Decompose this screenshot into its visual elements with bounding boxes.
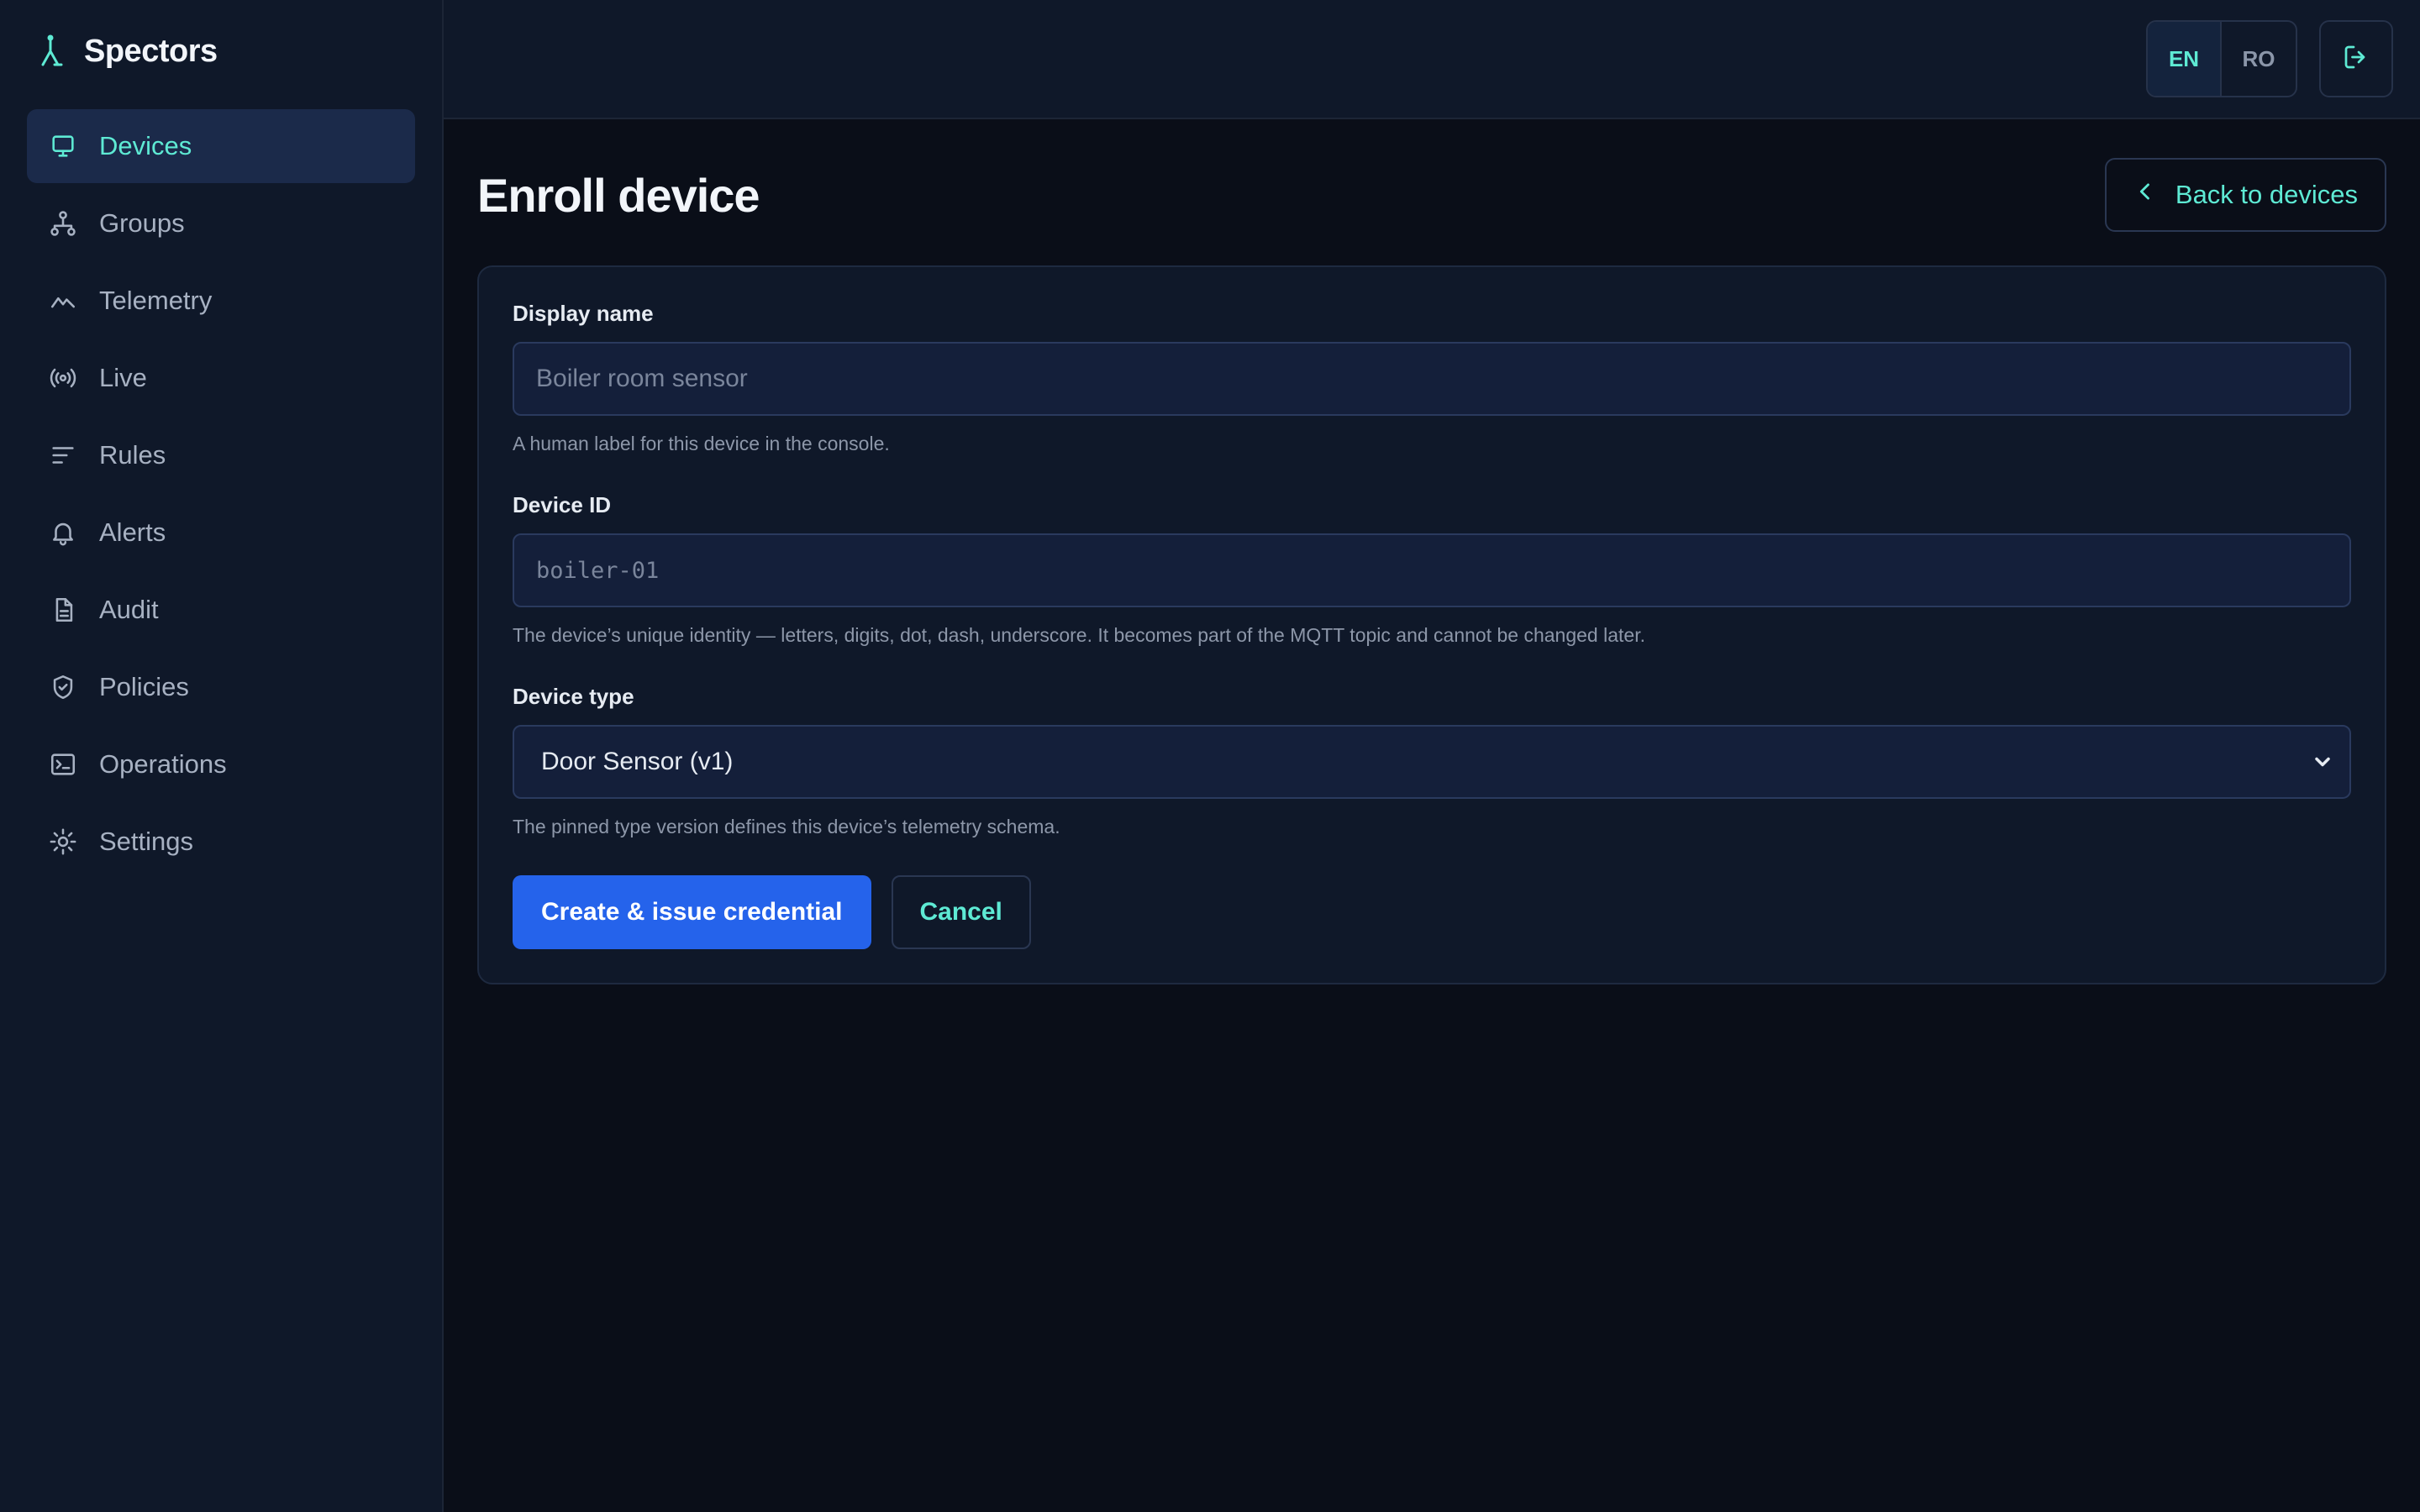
device-id-hint: The device’s unique identity — letters, … bbox=[513, 624, 1645, 646]
sidebar-item-label: Rules bbox=[99, 440, 166, 470]
hierarchy-icon bbox=[49, 209, 77, 238]
broadcast-icon bbox=[49, 364, 77, 392]
back-button-label: Back to devices bbox=[2175, 180, 2358, 209]
lambda-icon bbox=[34, 34, 67, 68]
gear-icon bbox=[49, 827, 77, 856]
sidebar-item-policies[interactable]: Policies bbox=[27, 650, 415, 724]
brand-name: Spectors bbox=[84, 33, 218, 69]
enroll-device-form: Display name A human label for this devi… bbox=[477, 265, 2386, 984]
sidebar-item-label: Telemetry bbox=[99, 286, 213, 315]
logout-icon bbox=[2341, 42, 2371, 76]
page-content: Enroll device Back to devices Display na… bbox=[444, 119, 2420, 984]
sidebar-item-alerts[interactable]: Alerts bbox=[27, 496, 415, 570]
topbar: EN RO bbox=[444, 0, 2420, 119]
terminal-icon bbox=[49, 750, 77, 779]
app-shell: Spectors Devices Groups Telemetry Live R… bbox=[0, 0, 2420, 1512]
sidebar-item-label: Devices bbox=[99, 131, 192, 160]
form-actions: Create & issue credential Cancel bbox=[513, 875, 2351, 949]
monitor-icon bbox=[49, 132, 77, 160]
sidebar: Spectors Devices Groups Telemetry Live R… bbox=[0, 0, 444, 1512]
page-title: Enroll device bbox=[477, 168, 760, 222]
back-to-devices-button[interactable]: Back to devices bbox=[2104, 158, 2386, 232]
device-id-input[interactable] bbox=[513, 533, 2351, 607]
filter-lines-icon bbox=[49, 441, 77, 470]
logout-button[interactable] bbox=[2319, 20, 2393, 97]
sidebar-item-settings[interactable]: Settings bbox=[27, 805, 415, 879]
display-name-hint: A human label for this device in the con… bbox=[513, 433, 890, 454]
language-toggle: EN RO bbox=[2146, 20, 2297, 97]
sidebar-item-label: Live bbox=[99, 363, 147, 392]
device-type-hint: The pinned type version defines this dev… bbox=[513, 816, 1060, 837]
sidebar-item-audit[interactable]: Audit bbox=[27, 573, 415, 647]
language-en-button[interactable]: EN bbox=[2148, 22, 2222, 96]
shield-check-icon bbox=[49, 673, 77, 701]
sidebar-item-label: Alerts bbox=[99, 517, 166, 547]
device-id-label: Device ID bbox=[513, 492, 612, 517]
brand[interactable]: Spectors bbox=[27, 0, 415, 102]
sidebar-item-operations[interactable]: Operations bbox=[27, 727, 415, 801]
language-ro-button[interactable]: RO bbox=[2222, 22, 2296, 96]
sidebar-nav: Devices Groups Telemetry Live Rules Aler… bbox=[27, 109, 415, 879]
sidebar-item-label: Policies bbox=[99, 672, 189, 701]
sidebar-item-live[interactable]: Live bbox=[27, 341, 415, 415]
sidebar-item-groups[interactable]: Groups bbox=[27, 186, 415, 260]
sidebar-item-label: Audit bbox=[99, 595, 159, 624]
chart-line-icon bbox=[49, 286, 77, 315]
sidebar-item-devices[interactable]: Devices bbox=[27, 109, 415, 183]
cancel-button[interactable]: Cancel bbox=[891, 875, 1031, 949]
sidebar-item-label: Operations bbox=[99, 749, 227, 779]
chevron-left-icon bbox=[2133, 180, 2157, 210]
sidebar-item-telemetry[interactable]: Telemetry bbox=[27, 264, 415, 338]
device-type-select[interactable]: Door Sensor (v1) bbox=[513, 725, 2351, 799]
device-type-selected-value[interactable]: Door Sensor (v1) bbox=[513, 725, 2351, 799]
chevron-down-icon bbox=[2311, 750, 2334, 774]
sidebar-item-label: Groups bbox=[99, 208, 185, 238]
display-name-input[interactable] bbox=[513, 342, 2351, 416]
document-icon bbox=[49, 596, 77, 624]
bell-icon bbox=[49, 518, 77, 547]
device-type-label: Device type bbox=[513, 684, 634, 709]
display-name-label: Display name bbox=[513, 301, 654, 326]
sidebar-item-rules[interactable]: Rules bbox=[27, 418, 415, 492]
sidebar-item-label: Settings bbox=[99, 827, 194, 856]
create-issue-credential-button[interactable]: Create & issue credential bbox=[513, 875, 871, 949]
page-header: Enroll device Back to devices bbox=[477, 158, 2386, 232]
main-area: EN RO Enroll device Back to devices Disp… bbox=[444, 0, 2420, 1512]
